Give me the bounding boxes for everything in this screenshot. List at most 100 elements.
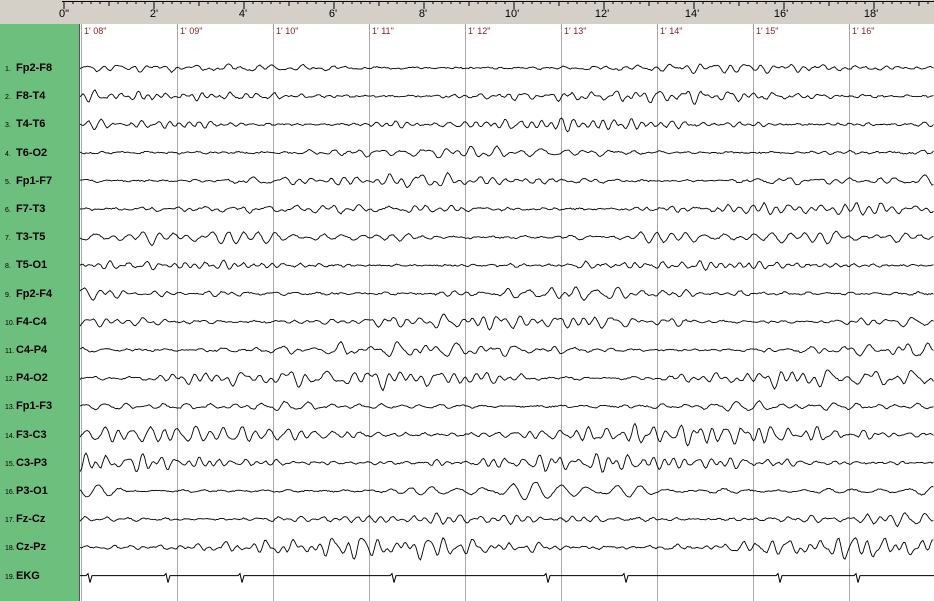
eeg-trace <box>80 340 934 358</box>
channel-name: Fp1-F7 <box>16 174 53 187</box>
eeg-trace <box>80 117 934 133</box>
channel-name: T6-O2 <box>16 146 48 159</box>
channel-number: 13. <box>5 404 15 412</box>
channel-number: 15. <box>5 460 15 468</box>
ruler-ticks <box>62 1 934 9</box>
channel-number: 3. <box>5 122 11 130</box>
ruler-label: 16' <box>773 8 789 20</box>
channel-name: Fp1-F3 <box>16 400 53 413</box>
eeg-trace <box>80 400 934 412</box>
channel-label[interactable]: 19.EKG <box>5 566 40 582</box>
channel-number: 12. <box>5 376 15 384</box>
channel-number: 7. <box>5 235 11 243</box>
eeg-trace <box>80 286 934 301</box>
channel-label[interactable]: 15.C3-P3 <box>5 453 48 469</box>
timestamp-label: 1' 14" <box>660 26 683 36</box>
channel-number: 11. <box>5 348 15 355</box>
channel-name: T4-T6 <box>16 118 46 131</box>
channel-name: F7-T3 <box>16 203 46 215</box>
channel-name: Fp2-F8 <box>16 62 53 74</box>
eeg-trace <box>80 313 934 331</box>
channel-label[interactable]: 18.Cz-Pz <box>5 537 46 554</box>
channel-name: Cz-Pz <box>16 541 46 554</box>
time-ruler[interactable]: 0" 2' 4' 6' 8' 10' 12' 14' 16' 18' <box>0 0 934 25</box>
ruler-label: 10' <box>504 8 520 20</box>
channel-number: 2. <box>5 94 11 102</box>
eeg-trace <box>80 89 934 105</box>
ruler-label: 2' <box>149 8 159 20</box>
channel-label[interactable]: 17.Fz-Cz <box>5 509 46 526</box>
channel-number: 10. <box>5 319 15 327</box>
channel-label[interactable]: 14.F3-C3 <box>5 425 47 441</box>
eeg-trace <box>80 536 934 561</box>
channel-name: C4-P4 <box>16 344 48 356</box>
timestamp-label: 1' 16" <box>852 26 875 36</box>
channel-label[interactable]: 9. Fp2-F4 <box>5 284 53 300</box>
channel-number: 17. <box>5 517 15 525</box>
ruler-label: 8' <box>418 8 428 20</box>
channel-label[interactable]: 11. C4-P4 <box>5 340 48 356</box>
eeg-trace <box>80 63 934 75</box>
ruler-label: 4' <box>238 8 248 20</box>
channel-number: 8. <box>5 263 11 271</box>
eeg-trace <box>80 512 934 528</box>
channel-name: C3-P3 <box>16 456 48 469</box>
channel-number: 6. <box>5 207 11 214</box>
channel-name: P4-O2 <box>16 372 48 385</box>
eeg-trace <box>80 171 934 189</box>
channel-name: Fp2-F4 <box>16 287 53 300</box>
eeg-trace <box>80 230 934 247</box>
channel-label[interactable]: 4. T6-O2 <box>5 143 48 159</box>
ruler-label: 6' <box>328 8 338 20</box>
channel-name: T5-O1 <box>16 259 48 272</box>
eeg-trace <box>80 145 934 159</box>
channel-name: F4-C4 <box>16 315 47 328</box>
ruler-label: 14' <box>684 8 700 20</box>
eeg-trace <box>80 422 934 447</box>
channel-label[interactable]: 2. F8-T4 <box>5 86 46 103</box>
channel-name: Fz-Cz <box>16 513 46 526</box>
eeg-trace <box>80 259 934 272</box>
ruler-label: 0" <box>58 8 70 20</box>
channel-name: EKG <box>16 569 40 582</box>
timestamp-label: 1' 15" <box>756 26 779 36</box>
channel-name: P3-O1 <box>16 485 48 497</box>
channel-name: F3-C3 <box>16 428 47 441</box>
channel-name: T3-T5 <box>16 231 46 244</box>
channel-label[interactable]: 5. Fp1-F7 <box>5 171 53 187</box>
channel-sidebar: 1. Fp2-F8 2. F8-T4 3. T4-T6 4. T6-O2 5. Fp1-F7 6. F… <box>0 24 80 601</box>
channel-number: 19. <box>5 573 15 581</box>
channel-label[interactable]: 8. T5-O1 <box>5 255 48 272</box>
eeg-trace <box>80 482 934 501</box>
channel-label[interactable]: 13.Fp1-F3 <box>5 396 53 413</box>
channel-number: 16. <box>5 489 15 496</box>
eeg-trace-area[interactable]: 1' 08" 1' 09" 1' 10" 1' 11" 1' 12" 1' 13" 1' 1… <box>80 24 934 601</box>
channel-label[interactable]: 3. T4-T6 <box>5 114 46 131</box>
eeg-trace <box>80 369 934 392</box>
ruler-label: 18' <box>863 8 879 20</box>
timestamp-label: 1' 08" <box>84 26 107 36</box>
channel-label[interactable]: 12.P4-O2 <box>5 368 48 385</box>
channel-number: 18. <box>5 545 15 553</box>
channel-label[interactable]: 7. T3-T5 <box>5 227 46 244</box>
channel-number: 14. <box>5 432 15 440</box>
timestamp-label: 1' 12" <box>468 26 491 36</box>
channel-number: 1. <box>5 66 11 73</box>
timestamp-label: 1' 10" <box>276 26 299 36</box>
channel-label[interactable]: 10.F4-C4 <box>5 312 47 328</box>
channel-label[interactable]: 1. Fp2-F8 <box>5 58 53 74</box>
timestamp-label: 1' 11" <box>372 26 394 36</box>
timestamp-label: 1' 09" <box>180 26 203 36</box>
ekg-trace <box>80 572 934 583</box>
channel-label[interactable]: 6. F7-T3 <box>5 199 46 215</box>
ruler-label: 12' <box>594 8 610 20</box>
eeg-trace <box>80 201 934 216</box>
channel-label[interactable]: 16.P3-O1 <box>5 481 48 497</box>
timestamp-label: 1' 13" <box>564 26 587 36</box>
channel-number: 4. <box>5 150 11 158</box>
channel-name: F8-T4 <box>16 90 46 103</box>
channel-number: 9. <box>5 291 11 299</box>
channel-number: 5. <box>5 178 11 186</box>
eeg-traces <box>80 24 934 601</box>
eeg-trace <box>80 452 934 473</box>
